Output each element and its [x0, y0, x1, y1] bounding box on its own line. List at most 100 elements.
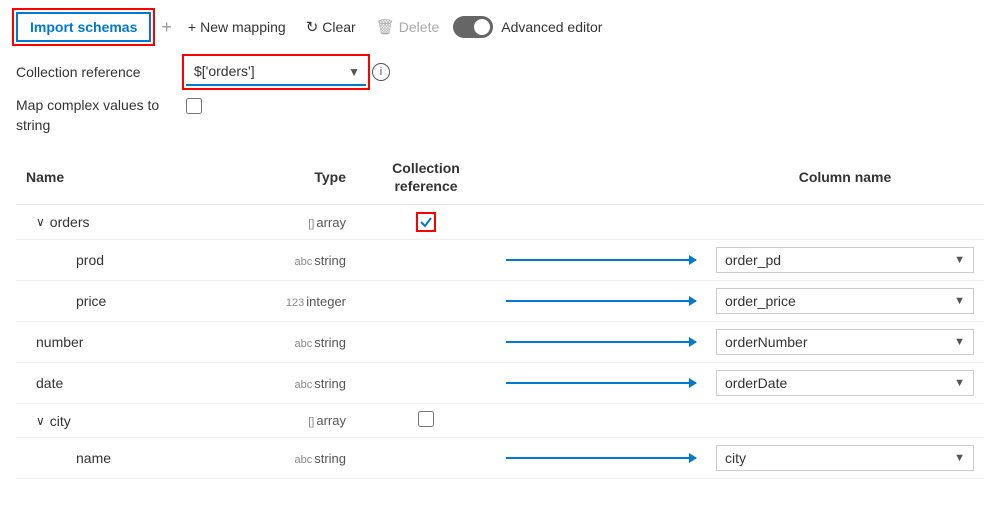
cell-name: ∨ city — [16, 403, 236, 437]
cell-column-name — [706, 204, 984, 239]
cell-arrow — [486, 239, 706, 280]
plus-icon: + — [188, 19, 196, 35]
header-arrow — [486, 151, 706, 204]
advanced-editor-toggle[interactable] — [453, 16, 493, 38]
column-name-dropdown[interactable]: order_pd ▼ — [716, 247, 974, 273]
cell-type: 123integer — [236, 280, 366, 321]
collection-ref-label: Collection reference — [16, 64, 176, 80]
mapping-arrow — [496, 259, 696, 261]
column-name-dropdown[interactable]: order_price ▼ — [716, 288, 974, 314]
collection-reference-row: Collection reference $['orders'] ▼ i — [16, 58, 984, 86]
cell-collection-ref — [366, 437, 486, 478]
collection-ref-select[interactable]: $['orders'] — [186, 58, 366, 86]
column-name-value: orderNumber — [725, 334, 807, 350]
cell-column-name: order_pd ▼ — [706, 239, 984, 280]
cell-type: []array — [236, 204, 366, 239]
column-name-dropdown[interactable]: orderDate ▼ — [716, 370, 974, 396]
table-row: prodabcstring order_pd ▼ — [16, 239, 984, 280]
type-prefix: [] — [308, 218, 314, 230]
chevron-down-icon: ▼ — [954, 336, 965, 348]
collection-ref-checkbox[interactable] — [418, 411, 434, 427]
clear-label: Clear — [322, 19, 355, 35]
header-collection-ref: Collection reference — [366, 151, 486, 204]
cell-collection-ref — [366, 239, 486, 280]
table-row: ∨ orders []array — [16, 204, 984, 239]
cell-type: abcstring — [236, 321, 366, 362]
type-prefix: abc — [294, 338, 312, 350]
new-mapping-button[interactable]: + New mapping — [182, 15, 292, 39]
row-name: name — [26, 450, 111, 466]
map-complex-checkbox[interactable] — [186, 98, 202, 114]
type-value: array — [316, 215, 346, 230]
row-name: city — [50, 413, 71, 429]
cell-name: date — [16, 362, 236, 403]
chevron-down-icon[interactable]: ∨ — [36, 215, 45, 229]
cell-collection-ref — [366, 362, 486, 403]
cell-name: prod — [16, 239, 236, 280]
cell-arrow — [486, 403, 706, 437]
cell-collection-ref — [366, 321, 486, 362]
cell-column-name: orderDate ▼ — [706, 362, 984, 403]
chevron-down-icon: ▼ — [954, 452, 965, 464]
cell-type: abcstring — [236, 362, 366, 403]
import-schemas-button[interactable]: Import schemas — [16, 12, 151, 42]
mapping-arrow — [496, 382, 696, 384]
type-prefix: abc — [294, 379, 312, 391]
cell-name: number — [16, 321, 236, 362]
arrow-line — [506, 300, 696, 302]
table-row: price 123integer order_price ▼ — [16, 280, 984, 321]
header-column-name: Column name — [706, 151, 984, 204]
chevron-down-icon[interactable]: ∨ — [36, 414, 45, 428]
chevron-down-icon: ▼ — [954, 295, 965, 307]
header-name: Name — [16, 151, 236, 204]
clear-button[interactable]: ↻ Clear — [300, 14, 362, 40]
arrow-line — [506, 259, 696, 261]
table-row: dateabcstring orderDate ▼ — [16, 362, 984, 403]
refresh-icon: ↻ — [306, 18, 319, 36]
type-prefix: 123 — [286, 297, 304, 309]
row-name: number — [26, 334, 83, 350]
cell-type: []array — [236, 403, 366, 437]
table-row: number abcstring orderNumber ▼ — [16, 321, 984, 362]
cell-column-name: city ▼ — [706, 437, 984, 478]
cell-arrow — [486, 280, 706, 321]
type-value: string — [314, 451, 346, 466]
column-name-value: orderDate — [725, 375, 787, 391]
separator: + — [161, 17, 172, 38]
cell-collection-ref — [366, 280, 486, 321]
cell-arrow — [486, 204, 706, 239]
row-name: price — [26, 293, 106, 309]
cell-type: abcstring — [236, 437, 366, 478]
type-value: string — [314, 335, 346, 350]
info-icon[interactable]: i — [372, 63, 390, 81]
type-prefix: abc — [294, 256, 312, 268]
column-name-dropdown[interactable]: orderNumber ▼ — [716, 329, 974, 355]
cell-type: abcstring — [236, 239, 366, 280]
toolbar: Import schemas + + New mapping ↻ Clear 🗑… — [16, 12, 984, 42]
table-row: name abcstring city ▼ — [16, 437, 984, 478]
type-prefix: abc — [294, 454, 312, 466]
arrow-line — [506, 457, 696, 459]
table-row: ∨ city []array — [16, 403, 984, 437]
type-value: integer — [306, 294, 346, 309]
column-name-value: city — [725, 450, 746, 466]
arrow-line — [506, 341, 696, 343]
type-value: string — [314, 376, 346, 391]
mapping-arrow — [496, 300, 696, 302]
delete-button[interactable]: 🗑 Delete — [370, 14, 446, 40]
mapping-arrow — [496, 457, 696, 459]
row-name: orders — [50, 214, 90, 230]
type-value: array — [316, 413, 346, 428]
type-prefix: [] — [308, 416, 314, 428]
cell-collection-ref — [366, 204, 486, 239]
arrow-line — [506, 382, 696, 384]
collection-ref-checkbox-checked[interactable] — [416, 212, 436, 232]
cell-name: ∨ orders — [16, 204, 236, 239]
chevron-down-icon: ▼ — [954, 377, 965, 389]
chevron-down-icon: ▼ — [954, 254, 965, 266]
column-name-value: order_price — [725, 293, 796, 309]
mapping-table: Name Type Collection reference Column na… — [16, 151, 984, 478]
trash-icon: 🗑 — [376, 18, 395, 36]
column-name-dropdown[interactable]: city ▼ — [716, 445, 974, 471]
map-complex-label: Map complex values to string — [16, 96, 176, 135]
